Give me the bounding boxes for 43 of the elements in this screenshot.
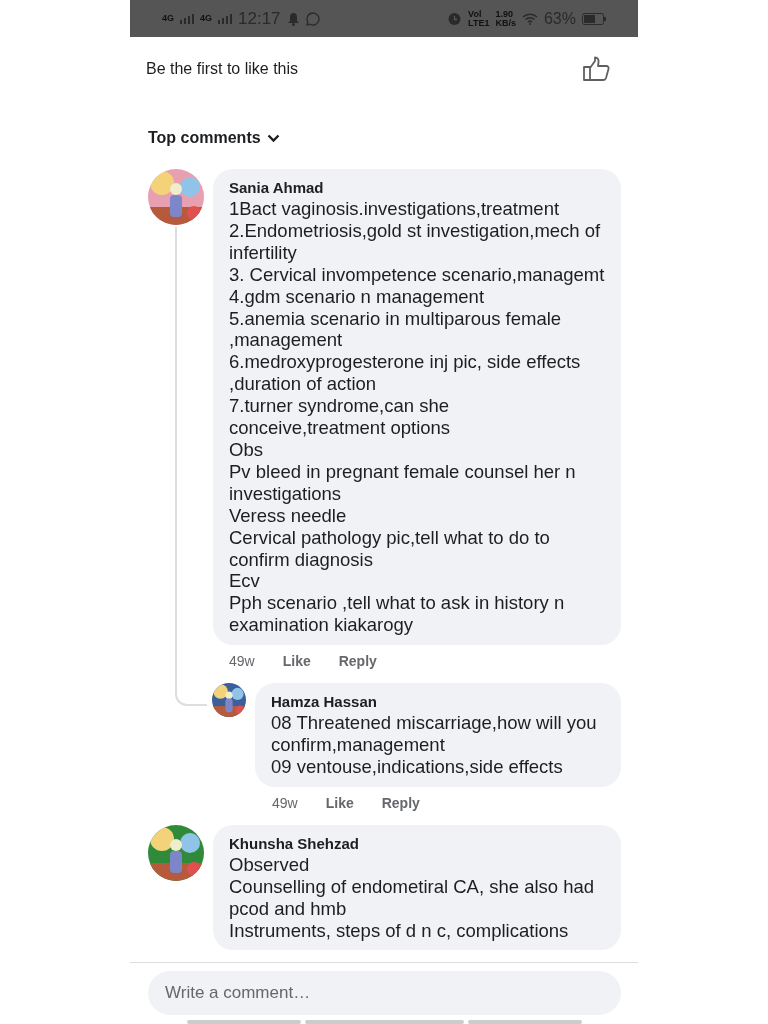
- comment-text: Veress needle: [229, 504, 348, 527]
- likes-summary: Be the first to like this: [146, 60, 299, 78]
- chevron-down-icon: [266, 133, 280, 143]
- comment-text: Pph scenario ,tell what to ask in history n examination kiakarogy: [229, 592, 566, 637]
- comment-text: Obs: [229, 438, 264, 461]
- sort-dropdown[interactable]: Top comments: [148, 129, 280, 147]
- comment-text: 7.turner syndrome,can she conceive,treatment options: [229, 395, 452, 439]
- comment-text: Instruments, steps of d n c, complications: [229, 919, 570, 942]
- comment-time: 49w: [272, 794, 298, 811]
- comment-text: 6.medroxyprogesterone inj pic, side effects ,duration of action: [229, 351, 582, 396]
- network-label: 4G: [162, 14, 174, 23]
- speed-label: 1.90 KB/s: [495, 9, 516, 28]
- reply-link[interactable]: Reply: [381, 794, 420, 811]
- comment-text: Cervical pathology pic,tell what to do to confirm diagnosis: [229, 526, 551, 571]
- comment-text: Pv bleed in pregnant female counsel her n investigations: [229, 460, 577, 505]
- network-label: 4G: [200, 14, 213, 23]
- alarm-icon: [447, 11, 463, 26]
- comment-text: 08 Threatened miscarriage,how will you confirm,management: [271, 712, 598, 756]
- reply-link[interactable]: Reply: [338, 653, 377, 670]
- battery-icon: [582, 12, 606, 25]
- chat-icon: [305, 11, 320, 26]
- comment-text: 1Bact vaginosis.investigations,treatment: [229, 198, 561, 220]
- signal-icon: [180, 13, 194, 24]
- comment-input[interactable]: Write a comment…: [148, 971, 621, 1015]
- comment-text: Ecv: [229, 570, 261, 593]
- comment-time: 49w: [229, 653, 255, 670]
- bell-icon: [286, 11, 300, 26]
- comment-author[interactable]: Khunsha Shehzad: [229, 833, 605, 854]
- comment-text: Observed: [229, 853, 311, 876]
- wifi-icon: [521, 12, 538, 25]
- network-label: Vol LTE1: [468, 9, 490, 28]
- like-link[interactable]: Like: [325, 794, 354, 811]
- comment-author[interactable]: Hamza Hassan: [271, 692, 605, 713]
- signal-icon: [218, 13, 233, 24]
- comment-text: 4.gdm scenario n management: [229, 285, 486, 308]
- comment-text: Counselling of endometiral CA, she also had pcod and hmb: [229, 875, 596, 920]
- thumbs-up-icon[interactable]: [582, 56, 610, 82]
- comment-author[interactable]: Sania Ahmad: [229, 178, 605, 198]
- comment-text: 5.anemia scenario in multiparous female ,management: [229, 307, 563, 352]
- comment-text: 09 ventouse,indications,side effects: [271, 755, 564, 778]
- like-link[interactable]: Like: [282, 653, 311, 670]
- comment-text: 3. Cervical invompetence scenario,managemt: [229, 263, 605, 286]
- comment-text: 2.Endometriosis,gold st investigation,mech of infertility: [229, 219, 602, 264]
